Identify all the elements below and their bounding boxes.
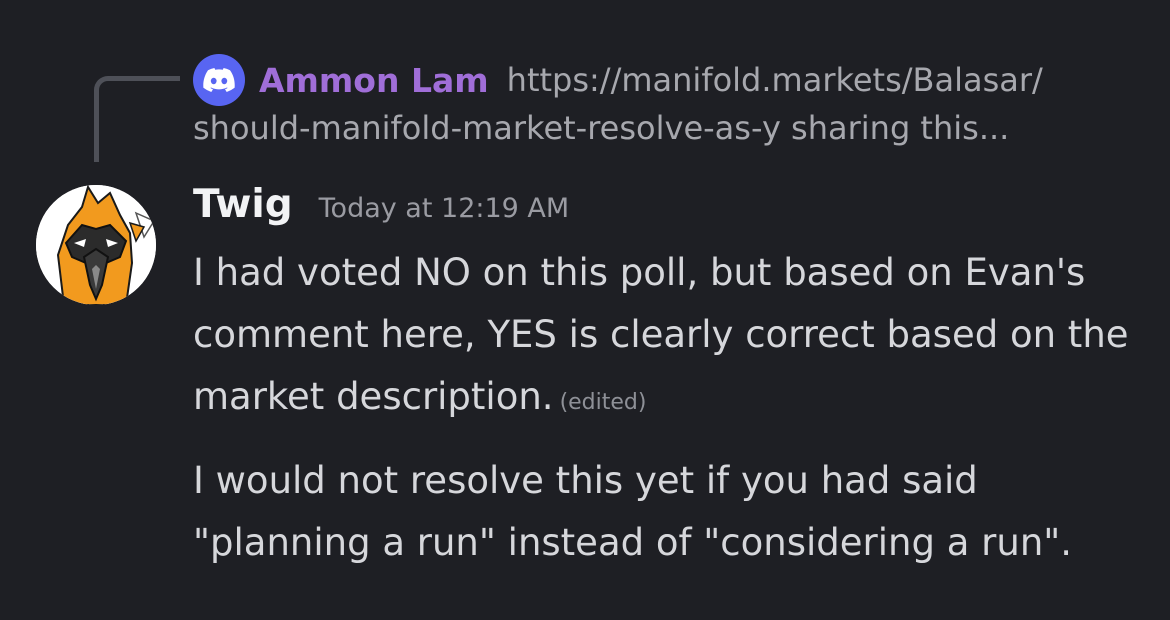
reply-author-name[interactable]: Ammon Lam: [259, 61, 489, 100]
message-paragraph-2: I would not resolve this yet if you had …: [193, 459, 1073, 564]
discord-logo-icon: [193, 54, 245, 106]
fox-bird-avatar-icon: [36, 185, 156, 305]
message-paragraph-1: I had voted NO on this poll, but based o…: [193, 242, 1153, 434]
message-header: Twig Today at 12:19 AM: [193, 182, 569, 227]
reply-preview-header: Ammon Lam https://manifold.markets/Balas…: [193, 54, 1143, 106]
avatar[interactable]: [36, 185, 156, 305]
reply-text-line1: https://manifold.markets/Balasar/: [506, 61, 1043, 99]
reply-connector-line: [94, 76, 180, 162]
reply-text-line2: should-manifold-market-resolve-as-y shar…: [193, 109, 1010, 147]
edited-indicator: (edited): [559, 390, 647, 415]
message-paragraph-1-text: I had voted NO on this poll, but based o…: [193, 251, 1129, 418]
message-timestamp[interactable]: Today at 12:19 AM: [319, 193, 570, 224]
chat-message: Ammon Lam https://manifold.markets/Balas…: [0, 0, 1170, 620]
reply-preview[interactable]: Ammon Lam https://manifold.markets/Balas…: [193, 54, 1143, 147]
author-name[interactable]: Twig: [193, 182, 293, 227]
message-content: I had voted NO on this poll, but based o…: [193, 242, 1153, 574]
